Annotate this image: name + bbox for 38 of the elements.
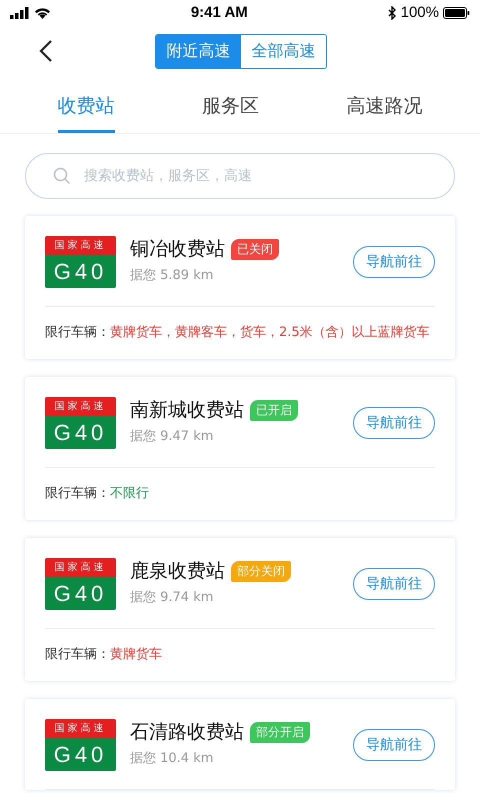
status-time: 9:41 AM — [190, 4, 248, 21]
station-name: 南新城收费站 — [130, 398, 244, 423]
restriction-label: 限行车辆： — [45, 646, 110, 664]
navigate-button[interactable]: 导航前往 — [353, 246, 435, 278]
navigate-button[interactable]: 导航前往 — [353, 729, 435, 761]
segment-tab[interactable]: 附近高速 — [156, 35, 241, 68]
distance-text: 据您 9.74 km — [130, 589, 214, 606]
distance-text: 据您 5.89 km — [130, 267, 214, 284]
search-field[interactable]: 搜索收费站，服务区，高速 — [25, 153, 455, 199]
highway-sign: 国家高速 G40 — [45, 719, 116, 771]
station-name: 石清路收费站 — [130, 720, 244, 745]
navigate-button[interactable]: 导航前往 — [353, 568, 435, 600]
highway-sign: 国家高速 G40 — [45, 558, 116, 610]
battery-icon — [443, 6, 470, 18]
restriction-text: 黄牌货车，黄牌客车，货车，2.5米（含）以上蓝牌货车 — [110, 324, 430, 342]
battery-percent: 100% — [400, 4, 439, 21]
status-tag: 部分开启 — [250, 722, 310, 742]
highway-sign: 国家高速 G40 — [45, 236, 116, 288]
distance-text: 据您 9.47 km — [130, 428, 214, 445]
tab[interactable]: 高速路况 — [346, 80, 422, 133]
restriction-text: 黄牌货车 — [110, 646, 162, 664]
tab[interactable]: 服务区 — [202, 80, 259, 133]
wifi-icon — [34, 6, 51, 18]
status-tag: 已关闭 — [231, 238, 279, 260]
station-name: 铜冶收费站 — [130, 237, 225, 262]
status-tag: 部分关闭 — [231, 560, 291, 582]
signal-icon — [10, 6, 30, 18]
search-icon — [53, 167, 71, 185]
restriction-text: 不限行 — [110, 485, 149, 503]
restriction-label: 限行车辆： — [45, 324, 110, 342]
status-tag: 已开启 — [250, 400, 298, 420]
distance-text: 据您 10.4 km — [130, 750, 214, 767]
restriction-label: 限行车辆： — [45, 485, 110, 503]
bluetooth-icon — [388, 6, 397, 20]
navigate-button[interactable]: 导航前往 — [353, 407, 435, 439]
highway-sign: 国家高速 G40 — [45, 397, 116, 449]
tab[interactable]: 收费站 — [58, 80, 115, 133]
station-name: 鹿泉收费站 — [130, 559, 225, 584]
